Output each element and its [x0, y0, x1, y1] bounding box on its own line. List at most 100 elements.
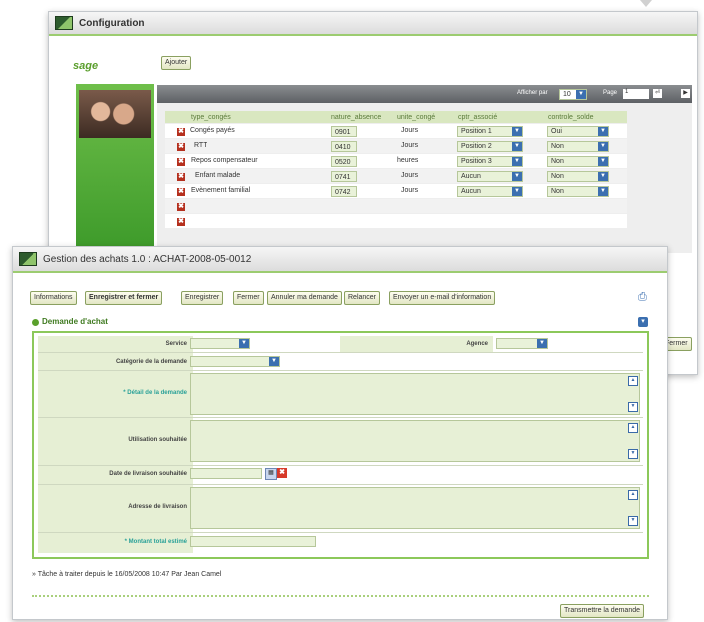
label-column — [38, 336, 193, 553]
gestion-title: Gestion des achats 1.0 : ACHAT-2008-05-0… — [43, 253, 252, 265]
row-divider — [38, 532, 643, 533]
chevron-down-icon: ▼ — [598, 142, 608, 151]
cell-unit: Jours — [401, 142, 419, 149]
delete-icon[interactable]: ✖ — [177, 128, 185, 136]
chevron-down-icon: ▼ — [598, 157, 608, 166]
delete-icon[interactable]: ✖ — [177, 218, 185, 226]
collapse-icon[interactable]: ▾ — [638, 317, 648, 327]
delete-icon[interactable]: ✖ — [177, 143, 185, 151]
submit-request-button[interactable]: Transmettre la demande — [560, 604, 644, 618]
cell-control-select[interactable]: Non ▼ — [547, 156, 609, 167]
chevron-down-icon: ▼ — [512, 172, 522, 181]
cell-control-select[interactable]: Non ▼ — [547, 141, 609, 152]
service-label: Service — [165, 341, 187, 347]
cell-control-select[interactable]: Non ▼ — [547, 186, 609, 197]
cell-unit: heures — [397, 157, 419, 164]
detail-textarea[interactable]: ▲ ▼ — [190, 373, 640, 415]
delivery-date-label: Date de livraison souhaitée — [109, 471, 187, 477]
per-page-label: Afficher par — [517, 90, 548, 96]
scroll-down-icon[interactable]: ▼ — [628, 402, 638, 412]
footer-divider — [32, 595, 649, 597]
category-label: Catégorie de la demande — [115, 359, 187, 365]
usage-label: Utilisation souhaitée — [128, 437, 187, 443]
row-divider — [38, 417, 643, 418]
scroll-up-icon[interactable]: ▲ — [628, 376, 638, 386]
per-page-select[interactable]: 10 ▼ — [559, 89, 587, 100]
cell-control-select[interactable]: Non ▼ — [547, 171, 609, 182]
chevron-down-icon: ▼ — [598, 187, 608, 196]
informations-button[interactable]: Informations — [30, 291, 77, 305]
scroll-down-icon[interactable]: ▼ — [628, 516, 638, 526]
cell-code-input[interactable]: 0410 — [331, 141, 357, 152]
delete-icon[interactable]: ✖ — [177, 173, 185, 181]
page-input[interactable]: 1 — [623, 89, 649, 99]
add-button[interactable]: Ajouter — [161, 56, 192, 70]
gestion-titlebar: Gestion des achats 1.0 : ACHAT-2008-05-0… — [13, 247, 667, 273]
row-divider — [38, 352, 643, 353]
print-icon[interactable]: ⎙ — [638, 291, 650, 303]
sage-logo: sage — [73, 60, 99, 72]
section-bullet-icon — [32, 319, 39, 326]
cell-position-select[interactable]: Aucun ▼ — [457, 186, 523, 197]
cell-position-select[interactable]: Position 2 ▼ — [457, 141, 523, 152]
cell-code-input[interactable]: 0901 — [331, 126, 357, 137]
cell-control-select[interactable]: Oui ▼ — [547, 126, 609, 137]
row-divider — [38, 370, 643, 371]
corner-arrow-icon — [640, 0, 652, 7]
save-button[interactable]: Enregistrer — [181, 291, 224, 305]
config-grid: type_congés nature_absence unite_congé c… — [157, 103, 692, 253]
cell-type: RTT — [194, 142, 208, 149]
cell-code-input[interactable]: 0742 — [331, 186, 357, 197]
cancel-request-button[interactable]: Annuler ma demande — [267, 291, 342, 305]
send-email-button[interactable]: Envoyer un e-mail d'information — [389, 291, 496, 305]
scroll-up-icon[interactable]: ▲ — [628, 490, 638, 500]
next-page-icon[interactable]: ▶ — [681, 89, 690, 98]
cell-type: Enfant malade — [195, 172, 241, 179]
cell-position-select[interactable]: Position 1 ▼ — [457, 126, 523, 137]
go-page-icon[interactable]: ⏎ — [653, 89, 662, 98]
people-photo — [79, 90, 151, 138]
delete-icon[interactable]: ✖ — [177, 188, 185, 196]
table-row — [165, 199, 627, 213]
cell-unit: Jours — [401, 172, 419, 179]
total-amount-input[interactable] — [190, 536, 316, 547]
col-header: controle_solde — [548, 114, 594, 121]
grid-toolbar: Afficher par 10 ▼ Page 1 ⏎ ▶ — [157, 85, 692, 103]
page-label: Page — [603, 90, 618, 96]
cell-code-input[interactable]: 0741 — [331, 171, 357, 182]
chevron-down-icon: ▼ — [512, 142, 522, 151]
detail-label: * Détail de la demande — [123, 390, 187, 396]
clear-date-icon[interactable]: ✖ — [277, 468, 287, 478]
configuration-title: Configuration — [79, 17, 145, 29]
cell-unit: Jours — [401, 127, 419, 134]
delete-icon[interactable]: ✖ — [177, 203, 185, 211]
remind-button[interactable]: Relancer — [344, 291, 381, 305]
category-select[interactable]: ▼ — [190, 356, 280, 367]
row-divider — [38, 484, 643, 485]
service-select[interactable]: ▼ — [190, 338, 250, 349]
chevron-down-icon: ▼ — [269, 357, 279, 366]
delivery-date-input[interactable] — [190, 468, 262, 479]
cell-type: Congés payés — [190, 127, 235, 134]
scroll-down-icon[interactable]: ▼ — [628, 449, 638, 459]
calendar-icon[interactable]: ▦ — [265, 468, 277, 480]
cell-position-select[interactable]: Position 3 ▼ — [457, 156, 523, 167]
col-header: cptr_associé — [458, 114, 498, 121]
agence-select[interactable]: ▼ — [496, 338, 548, 349]
cell-type: Evènement familial — [191, 187, 251, 194]
usage-textarea[interactable]: ▲ ▼ — [190, 420, 640, 462]
close-button[interactable]: Fermer — [233, 291, 264, 305]
task-note: » Tâche à traiter depuis le 16/05/2008 1… — [32, 571, 222, 578]
sidebar-panel — [76, 84, 154, 252]
col-header: type_congés — [191, 114, 231, 121]
scroll-up-icon[interactable]: ▲ — [628, 423, 638, 433]
cell-position-select[interactable]: Aucun ▼ — [457, 171, 523, 182]
save-close-button[interactable]: Enregistrer et fermer — [85, 291, 163, 305]
delete-icon[interactable]: ✖ — [177, 158, 185, 166]
delivery-address-textarea[interactable]: ▲ ▼ — [190, 487, 640, 529]
chevron-down-icon: ▼ — [239, 339, 249, 348]
chevron-down-icon: ▼ — [598, 172, 608, 181]
cell-code-input[interactable]: 0520 — [331, 156, 357, 167]
chevron-down-icon: ▼ — [512, 187, 522, 196]
cell-type: Repos compensateur — [191, 157, 258, 164]
